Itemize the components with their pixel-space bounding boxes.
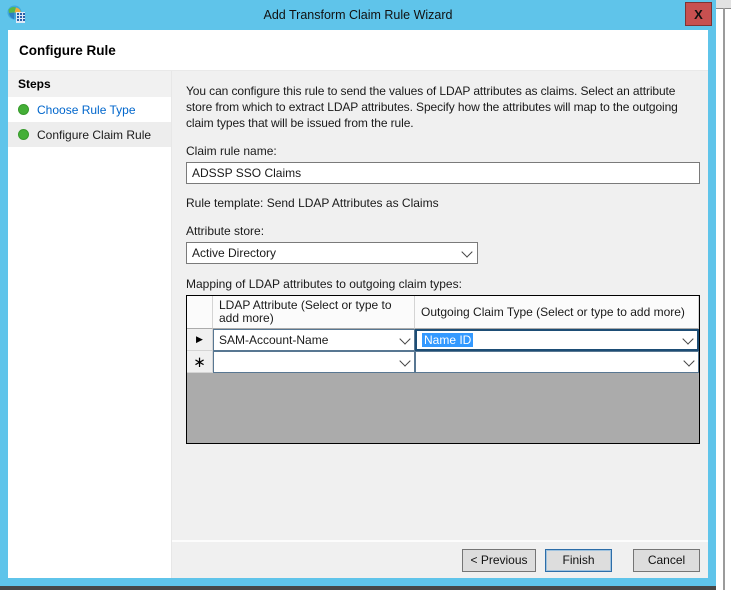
sidebar-item-choose-rule-type[interactable]: Choose Rule Type [8,97,171,122]
previous-button-label: < Previous [470,553,528,567]
outgoing-claim-type-dropdown-new[interactable] [415,351,699,373]
steps-sidebar: Steps Choose Rule Type Configure Claim R… [8,71,172,578]
main-panel: You can configure this rule to send the … [172,71,708,578]
step-completed-icon [18,129,29,140]
grid-empty-area [187,373,699,443]
chevron-down-icon [682,332,694,345]
rule-description-text: You can configure this rule to send the … [186,84,678,130]
attribute-store-value: Active Directory [192,246,277,260]
step-label: Configure Claim Rule [37,127,152,142]
ldap-attribute-value: SAM-Account-Name [219,333,329,347]
ldap-attribute-dropdown[interactable]: SAM-Account-Name [213,329,415,351]
cancel-button[interactable]: Cancel [633,548,700,572]
row-selector-new[interactable]: ∗ [187,351,213,373]
screen: Add Transform Claim Rule Wizard X Config… [0,0,731,590]
grid-cell-outgoing-claim-type[interactable]: Name ID [415,329,699,351]
sidebar-item-configure-claim-rule[interactable]: Configure Claim Rule [8,122,171,147]
chevron-down-icon [461,245,473,258]
mapping-label: Mapping of LDAP attributes to outgoing c… [186,277,462,291]
dialog-body: Configure Rule Steps Choose Rule Type Co… [8,30,708,578]
attribute-store-dropdown[interactable]: Active Directory [186,242,478,264]
grid-cell-outgoing-claim-type-new[interactable] [415,351,699,373]
background-window-edge [716,0,731,590]
step-completed-icon [18,104,29,115]
footer-button-bar: < Previous Finish Cancel [172,540,708,578]
add-transform-claim-rule-wizard-dialog: Add Transform Claim Rule Wizard X Config… [0,0,716,586]
grid-cell-ldap-attribute[interactable]: SAM-Account-Name [213,329,415,351]
window-title: Add Transform Claim Rule Wizard [263,8,453,22]
ldap-attribute-dropdown-new[interactable] [213,351,415,373]
close-button[interactable]: X [685,2,712,26]
finish-button[interactable]: Finish [545,548,612,572]
close-icon: X [694,6,703,22]
background-window-bottom-edge [0,586,716,590]
step-label[interactable]: Choose Rule Type [37,103,136,117]
chevron-down-icon [683,354,695,367]
titlebar[interactable]: Add Transform Claim Rule Wizard X [0,0,716,30]
new-row-icon: ∗ [193,354,206,371]
cancel-button-label: Cancel [647,553,686,567]
previous-button[interactable]: < Previous [462,548,536,572]
claim-rule-name-label: Claim rule name: [186,144,277,158]
page-header: Configure Rule [8,30,708,71]
finish-button-label: Finish [562,553,595,567]
row-selector-current[interactable]: ▶ [187,329,213,351]
grid-cell-ldap-attribute-new[interactable] [213,351,415,373]
grid-header-outgoing-claim-type: Outgoing Claim Type (Select or type to a… [415,296,699,329]
grid-header-ldap-attribute: LDAP Attribute (Select or type to add mo… [213,296,415,329]
background-window-border [723,8,725,590]
grid-corner-header [187,296,213,329]
ldap-mapping-grid: LDAP Attribute (Select or type to add mo… [186,295,700,444]
claim-rule-name-input[interactable] [186,162,700,184]
steps-heading: Steps [8,71,171,97]
chevron-down-icon [399,354,411,367]
main-content: You can configure this rule to send the … [172,71,708,540]
content-row: Steps Choose Rule Type Configure Claim R… [8,71,708,578]
attribute-store-label: Attribute store: [186,224,265,238]
current-row-icon: ▶ [196,334,203,344]
page-title: Configure Rule [19,42,116,58]
outgoing-claim-type-value: Name ID [422,333,474,347]
outgoing-claim-type-dropdown[interactable]: Name ID [415,329,699,351]
rule-template-text: Rule template: Send LDAP Attributes as C… [186,196,439,210]
chevron-down-icon [399,332,411,345]
